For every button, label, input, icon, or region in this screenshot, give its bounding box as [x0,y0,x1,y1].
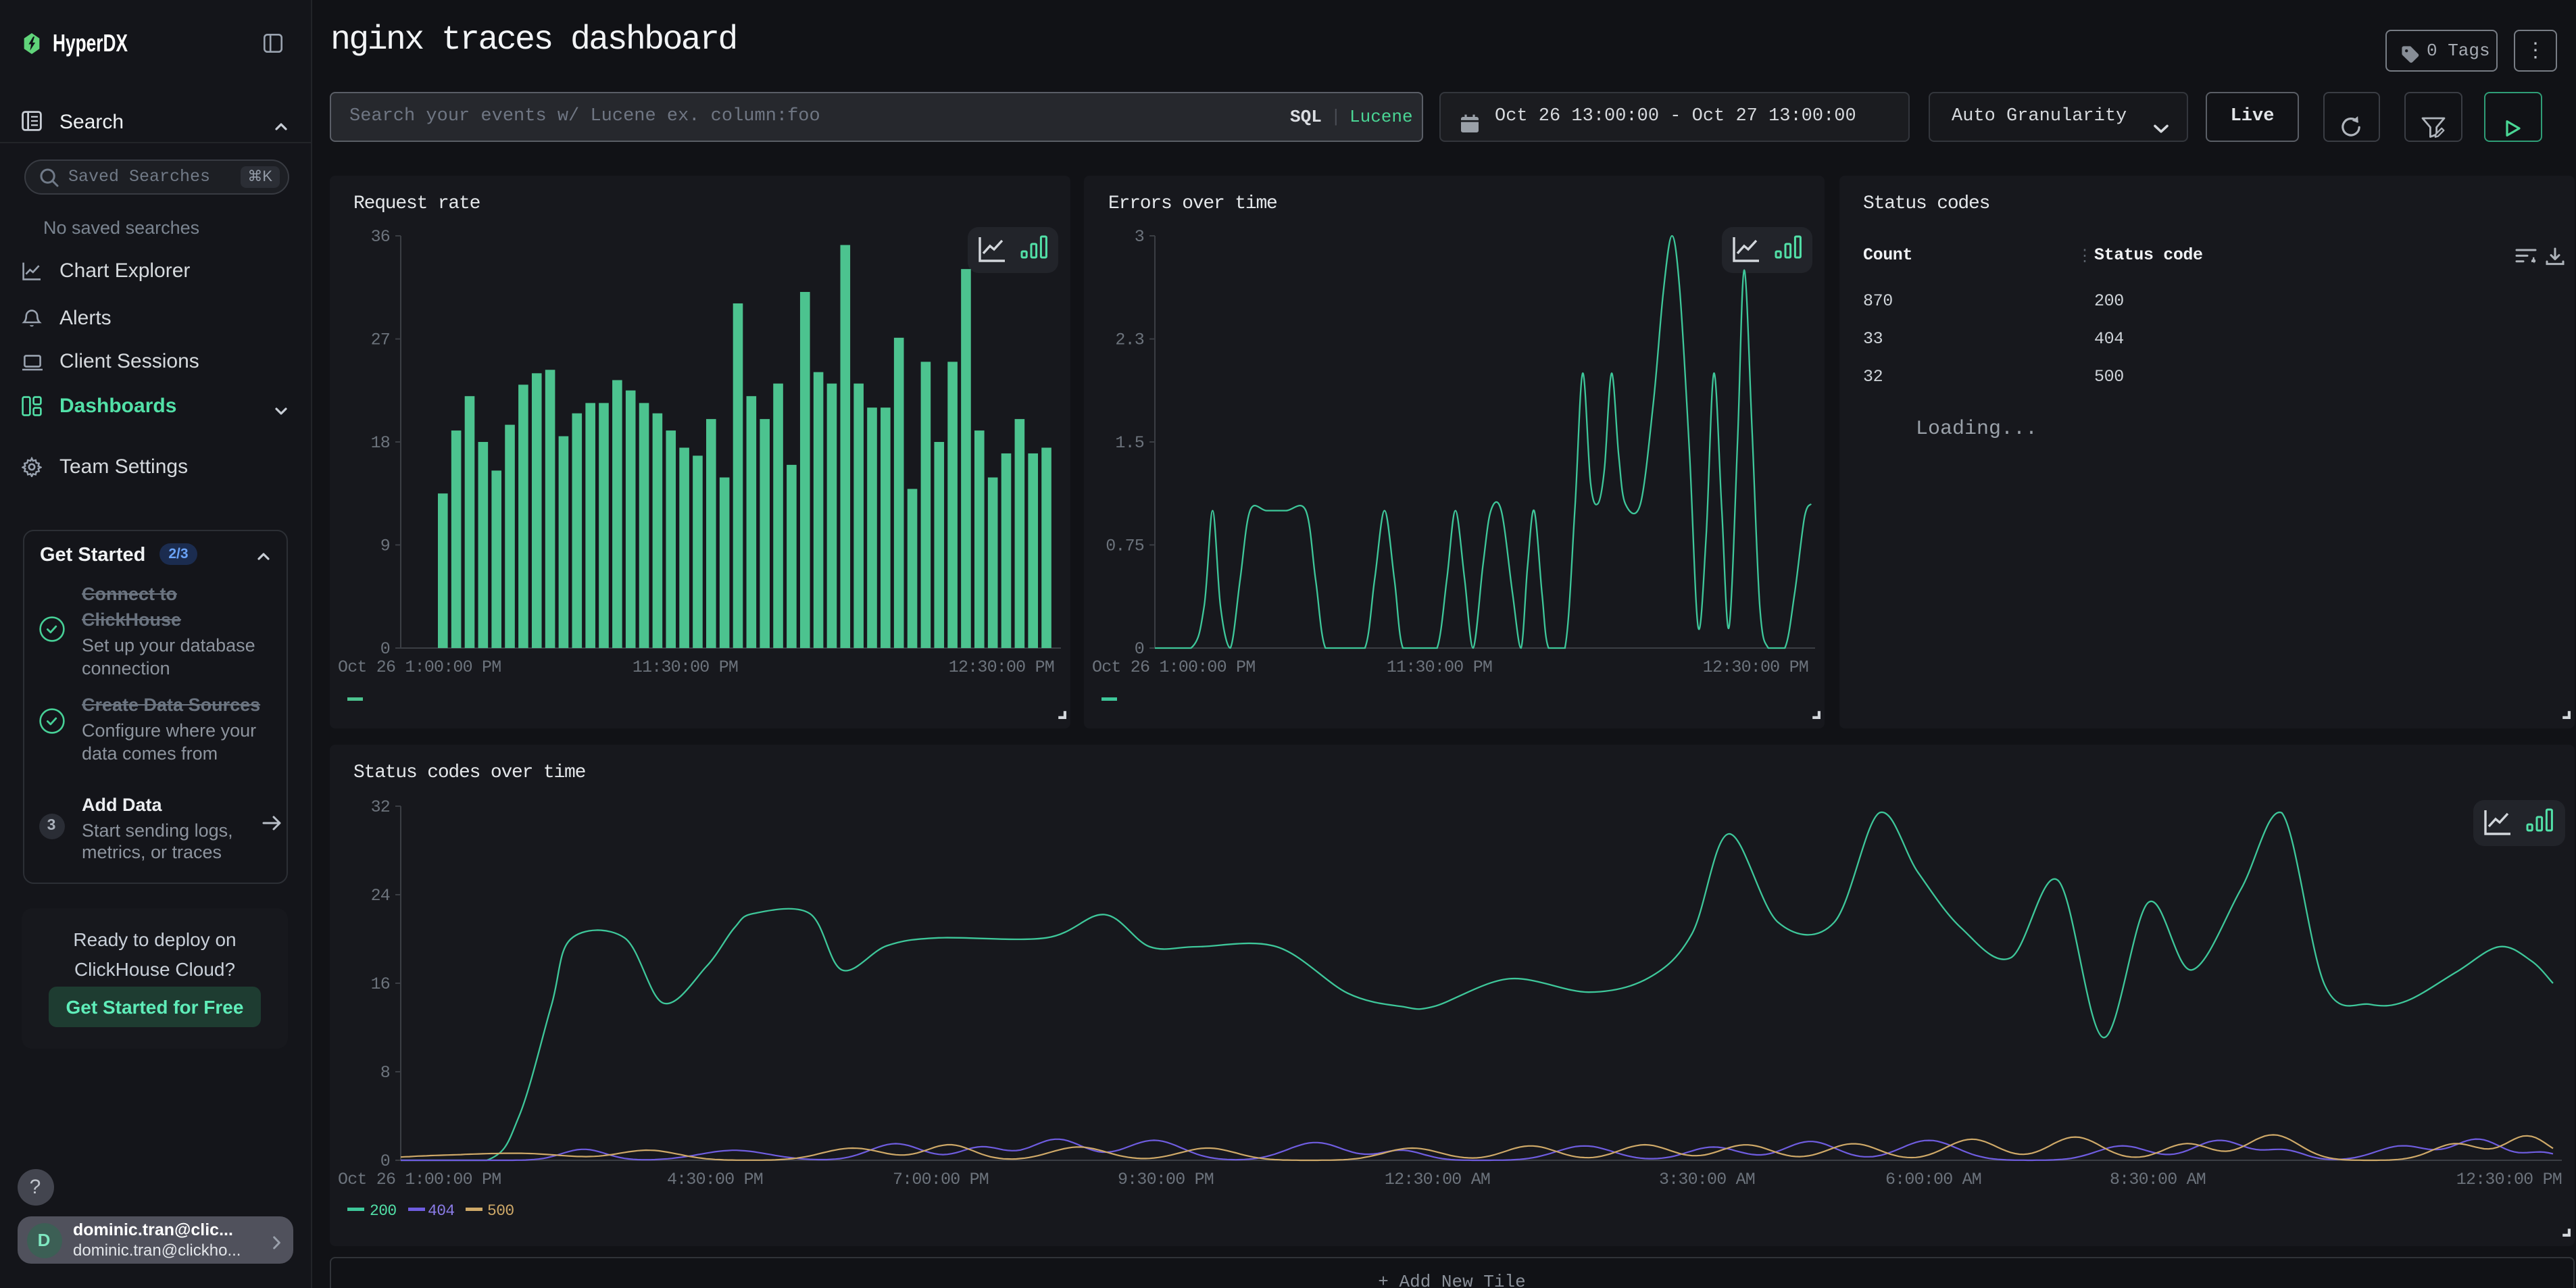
svg-text:Oct 26 1:00:00 PM: Oct 26 1:00:00 PM [337,658,500,677]
svg-text:9:30:00 PM: 9:30:00 PM [1117,1169,1213,1189]
svg-text:200: 200 [369,1202,396,1219]
svg-text:500: 500 [487,1202,514,1219]
svg-text:8: 8 [380,1062,389,1082]
svg-text:11:30:00 PM: 11:30:00 PM [1387,658,1492,677]
svg-text:0: 0 [380,1151,389,1170]
svg-text:12:30:00 PM: 12:30:00 PM [1703,658,1808,677]
svg-text:6:00:00 AM: 6:00:00 AM [1885,1169,1981,1189]
svg-text:11:30:00 PM: 11:30:00 PM [632,658,737,677]
svg-text:3: 3 [1135,227,1144,247]
svg-text:3:30:00 AM: 3:30:00 AM [1658,1169,1754,1189]
svg-text:8:30:00 AM: 8:30:00 AM [2109,1169,2205,1189]
svg-text:32: 32 [370,797,389,816]
svg-text:Oct 26 1:00:00 PM: Oct 26 1:00:00 PM [1092,658,1255,677]
svg-text:4:30:00 PM: 4:30:00 PM [666,1169,762,1189]
svg-text:404: 404 [427,1202,454,1219]
svg-text:27: 27 [370,330,389,350]
svg-text:Oct 26 1:00:00 PM: Oct 26 1:00:00 PM [337,1169,500,1189]
svg-text:0: 0 [1135,639,1144,659]
svg-text:36: 36 [370,227,389,247]
svg-text:12:30:00 PM: 12:30:00 PM [2456,1169,2561,1189]
svg-text:0: 0 [380,639,389,659]
svg-text:0.75: 0.75 [1106,536,1144,555]
svg-text:7:00:00 PM: 7:00:00 PM [892,1169,988,1189]
svg-text:12:30:00 PM: 12:30:00 PM [948,658,1054,677]
svg-text:24: 24 [370,885,389,905]
svg-text:16: 16 [370,974,389,993]
svg-text:9: 9 [380,536,389,555]
svg-text:1.5: 1.5 [1115,433,1144,453]
svg-text:12:30:00 AM: 12:30:00 AM [1384,1169,1489,1189]
svg-text:18: 18 [370,433,389,453]
svg-text:2.3: 2.3 [1115,330,1144,350]
